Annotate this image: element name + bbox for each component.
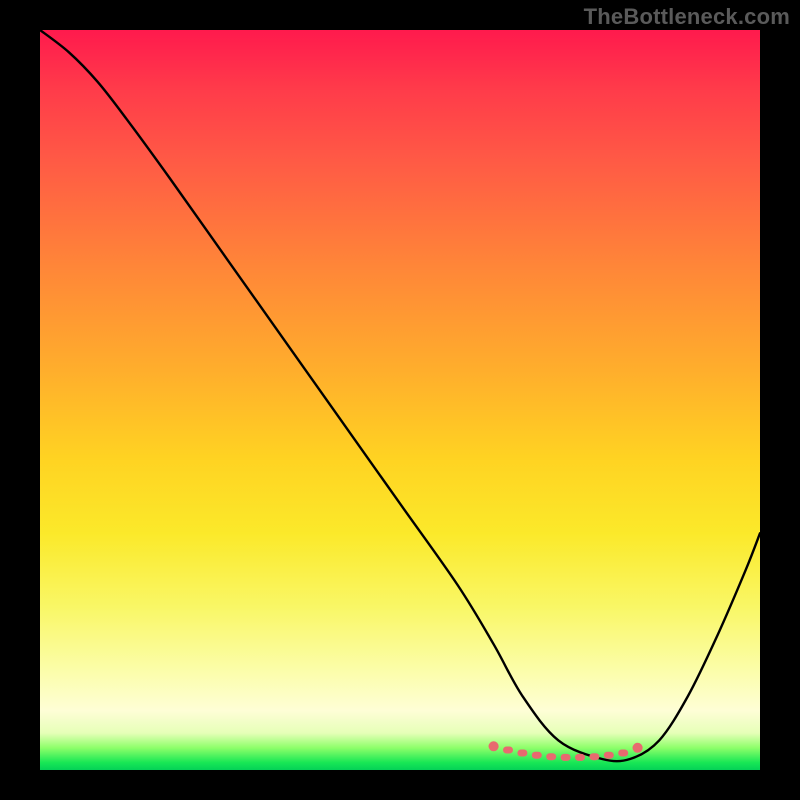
- watermark-text: TheBottleneck.com: [584, 4, 790, 30]
- curve-layer: [40, 30, 760, 770]
- plot-area: [40, 30, 760, 770]
- chart-container: TheBottleneck.com: [0, 0, 800, 800]
- main-curve: [40, 30, 760, 761]
